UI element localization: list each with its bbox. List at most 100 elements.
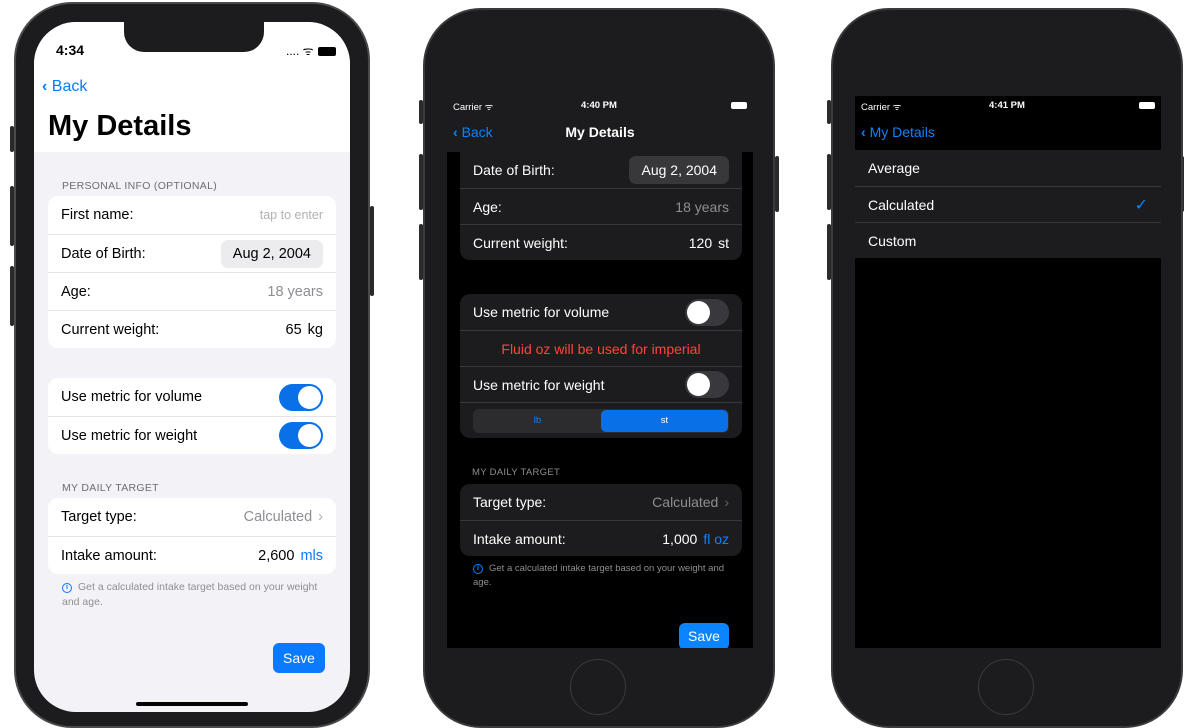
status-time: 4:34 (56, 42, 85, 58)
personal-info-group: Date of Birth: Aug 2, 2004 Age: 18 years… (460, 152, 742, 260)
metric-volume-label: Use metric for volume (473, 304, 610, 320)
metric-weight-label: Use metric for weight (61, 427, 198, 444)
chevron-right-icon: › (724, 494, 729, 510)
target-type-value: Calculated (652, 494, 719, 510)
back-label: My Details (869, 124, 935, 140)
chevron-left-icon: ‹ (42, 78, 48, 95)
chevron-left-icon: ‹ (861, 124, 866, 140)
first-name-label: First name: (61, 207, 134, 223)
option-custom[interactable]: Custom (855, 222, 1161, 258)
save-button[interactable]: Save (679, 623, 729, 648)
chevron-right-icon: › (318, 509, 323, 525)
age-label: Age: (473, 198, 502, 215)
weight-unit: st (718, 234, 729, 251)
metric-volume-row: Use metric for volume (460, 294, 742, 330)
option-label: Average (868, 160, 920, 176)
metric-volume-toggle[interactable] (685, 298, 729, 326)
warning-text: Fluid oz will be used for imperial (501, 340, 701, 357)
back-button[interactable]: ‹ My Details (861, 124, 935, 140)
side-button (370, 206, 374, 296)
save-button[interactable]: Save (273, 643, 325, 673)
info-text: Get a calculated intake target based on … (473, 563, 725, 588)
weight-value[interactable]: 120 (689, 235, 712, 251)
first-name-row[interactable]: First name: tap to enter (48, 196, 336, 234)
side-button (775, 156, 779, 212)
target-type-label: Target type: (473, 494, 547, 510)
weight-row[interactable]: Current weight: 120 st (460, 224, 742, 260)
section-header-target: MY DAILY TARGET (62, 482, 159, 494)
weight-value[interactable]: 65 (286, 322, 302, 338)
home-button[interactable] (570, 659, 626, 715)
phone-light-notched: 4:34 .... ᯤ ‹ Back My Details PERSONAL I… (14, 2, 370, 728)
first-name-field[interactable]: tap to enter (260, 208, 323, 222)
status-carrier: Carrier ᯤ (861, 102, 902, 113)
segment-row: lb st (460, 402, 742, 438)
info-icon: i (473, 564, 483, 574)
home-button[interactable] (978, 659, 1034, 715)
info-icon: i (62, 583, 72, 593)
back-label: Back (51, 78, 88, 95)
checkmark-icon: ✓ (1134, 196, 1148, 214)
intake-unit-button[interactable]: fl oz (703, 531, 729, 547)
dob-label: Date of Birth: (473, 162, 555, 178)
target-type-label: Target type: (61, 509, 137, 525)
info-note: i Get a calculated intake target based on… (62, 580, 322, 610)
dob-picker[interactable]: Aug 2, 2004 (220, 239, 323, 268)
metric-weight-toggle[interactable] (685, 371, 729, 398)
page-title: My Details (48, 110, 192, 142)
weight-label: Current weight: (61, 321, 160, 338)
status-icons: .... ᯤ (286, 42, 336, 59)
metric-weight-row: Use metric for weight (48, 416, 336, 454)
intake-unit-button[interactable]: mls (300, 548, 323, 564)
signal-wifi-icon: .... ᯤ (286, 44, 314, 58)
screen-my-details-light: 4:34 .... ᯤ ‹ Back My Details PERSONAL I… (34, 22, 350, 712)
age-value: 18 years (267, 283, 323, 300)
segment-lb[interactable]: lb (474, 410, 601, 432)
weight-label: Current weight: (473, 234, 568, 251)
battery-icon (317, 47, 336, 57)
weight-row[interactable]: Current weight: 65 kg (48, 310, 336, 348)
intake-value[interactable]: 1,000 (662, 531, 697, 547)
option-label: Custom (868, 232, 917, 249)
target-type-row[interactable]: Target type: Calculated › (460, 484, 742, 520)
personal-info-group: First name: tap to enter Date of Birth: … (48, 196, 336, 348)
dob-row: Date of Birth: Aug 2, 2004 (460, 152, 742, 188)
metric-weight-label: Use metric for weight (473, 376, 605, 393)
age-label: Age: (61, 283, 91, 300)
metric-weight-row: Use metric for weight (460, 366, 742, 402)
home-indicator (136, 702, 248, 706)
option-calculated[interactable]: Calculated ✓ (855, 186, 1161, 222)
weight-unit: kg (307, 321, 323, 338)
metric-volume-label: Use metric for volume (61, 389, 203, 405)
status-time: 4:41 PM (989, 100, 1025, 111)
metric-volume-toggle[interactable] (279, 383, 323, 411)
toggle-knob (298, 424, 321, 447)
target-type-value: Calculated (243, 509, 313, 525)
option-average[interactable]: Average (855, 150, 1161, 186)
intake-row[interactable]: Intake amount: 2,600 mls (48, 536, 336, 574)
segment-st[interactable]: st (601, 409, 728, 432)
screen-my-details-dark: Carrier ᯤ 4:40 PM ‹ Back My Details Date… (447, 96, 753, 648)
age-row: Age: 18 years (48, 272, 336, 310)
section-header-personal: PERSONAL INFO (OPTIONAL) (62, 180, 217, 192)
phone-dark-home-button: Carrier ᯤ 4:40 PM ‹ Back My Details Date… (423, 8, 775, 728)
battery-icon (1139, 100, 1155, 111)
units-group: Use metric for volume Fluid oz will be u… (460, 294, 742, 438)
target-type-row[interactable]: Target type: Calculated › (48, 498, 336, 536)
info-text: Get a calculated intake target based on … (62, 581, 318, 608)
status-carrier: Carrier ᯤ (453, 102, 494, 113)
intake-label: Intake amount: (473, 530, 566, 547)
target-options-list: Average Calculated ✓ Custom (855, 150, 1161, 258)
status-time: 4:40 PM (581, 100, 617, 111)
dob-picker[interactable]: Aug 2, 2004 (629, 156, 729, 184)
dob-label: Date of Birth: (61, 245, 146, 262)
age-row: Age: 18 years (460, 188, 742, 224)
target-group: Target type: Calculated › Intake amount: … (460, 484, 742, 556)
warning-row: Fluid oz will be used for imperial (460, 330, 742, 366)
metric-weight-toggle[interactable] (279, 422, 323, 449)
intake-row[interactable]: Intake amount: 1,000 fl oz (460, 520, 742, 556)
back-button[interactable]: ‹ Back (42, 78, 87, 96)
intake-value[interactable]: 2,600 (258, 548, 294, 564)
units-group: Use metric for volume Use metric for wei… (48, 378, 336, 454)
screen-target-type-picker: Carrier ᯤ 4:41 PM ‹ My Details Average C… (855, 96, 1161, 648)
